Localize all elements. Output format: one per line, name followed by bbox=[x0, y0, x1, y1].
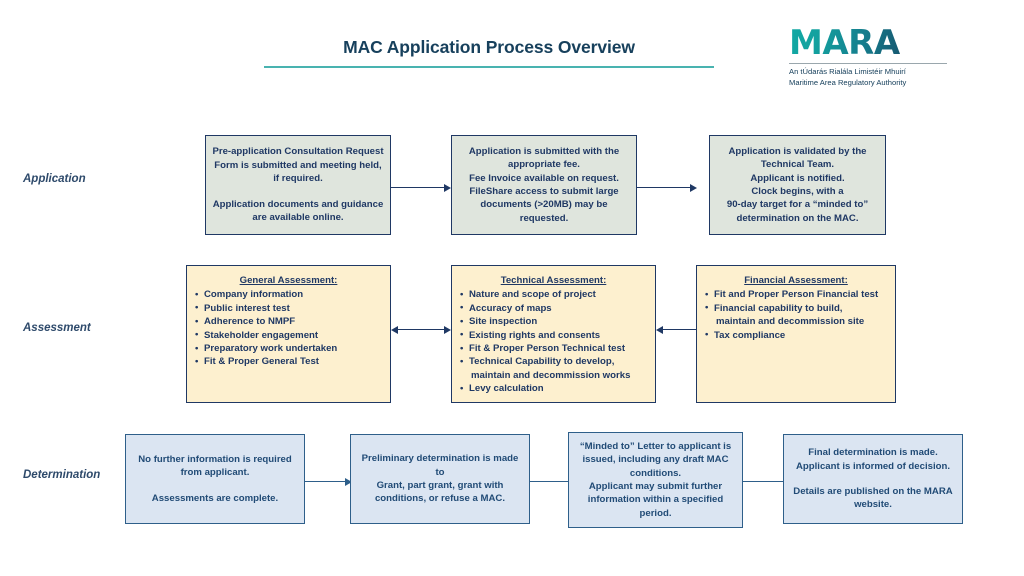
logo-subtitle-english: Maritime Area Regulatory Authority bbox=[789, 77, 907, 87]
connector-determination-1-to-2 bbox=[305, 478, 353, 486]
application-box-2-para1: Application is submitted with the approp… bbox=[468, 145, 620, 171]
arrowhead-right-icon bbox=[444, 326, 451, 334]
arrowhead-left-icon bbox=[391, 326, 398, 334]
determination-box-4[interactable]: Final determination is made. Applicant i… bbox=[783, 434, 963, 524]
determination-box-3-para2: Applicant may submit further information… bbox=[587, 481, 724, 519]
determination-box-2[interactable]: Preliminary determination is made to Gra… bbox=[350, 434, 530, 524]
assessment-general-list: Company information Public interest test… bbox=[195, 288, 382, 369]
mara-logo: MARA An tÚdarás Rialála Limistéir Mhuirí… bbox=[789, 26, 949, 88]
connector-line bbox=[530, 481, 571, 483]
connector-application-1-to-2 bbox=[391, 184, 451, 192]
assessment-technical-list: Nature and scope of project Accuracy of … bbox=[460, 288, 647, 396]
list-item: Stakeholder engagement bbox=[195, 328, 382, 342]
list-item: Adherence to NMPF bbox=[195, 315, 382, 329]
application-box-2-para3: FileShare access to submit large documen… bbox=[469, 186, 619, 224]
assessment-technical-heading: Technical Assessment: bbox=[500, 275, 607, 286]
list-item: Fit & Proper Person Technical test bbox=[460, 342, 647, 356]
connector-application-2-to-3 bbox=[637, 184, 697, 192]
application-box-3[interactable]: Application is validated by the Technica… bbox=[709, 135, 886, 235]
application-box-2[interactable]: Application is submitted with the approp… bbox=[451, 135, 637, 235]
list-item-text: Technical Capability to develop, bbox=[469, 356, 615, 368]
list-item: Site inspection bbox=[460, 315, 647, 329]
application-box-3-para1: Application is validated by the Technica… bbox=[728, 145, 867, 171]
list-item: Existing rights and consents bbox=[460, 328, 647, 342]
determination-box-2-para1: Preliminary determination is made to bbox=[361, 453, 519, 478]
list-item: Company information bbox=[195, 288, 382, 302]
assessment-financial-list: Fit and Proper Person Financial test Fin… bbox=[705, 288, 887, 342]
assessment-box-financial[interactable]: Financial Assessment: Fit and Proper Per… bbox=[696, 265, 896, 403]
connector-line bbox=[743, 481, 784, 483]
list-item: Public interest test bbox=[195, 301, 382, 315]
application-box-2-para2: Fee Invoice available on request. bbox=[469, 172, 619, 184]
list-item-continuation: maintain and decommission site bbox=[716, 316, 865, 328]
slide-canvas: MAC Application Process Overview MARA An… bbox=[0, 0, 1024, 576]
list-item: Financial capability to build, maintain … bbox=[705, 301, 887, 329]
assessment-general-heading: General Assessment: bbox=[239, 275, 338, 286]
list-item: Accuracy of maps bbox=[460, 301, 647, 315]
application-box-1-para1: Pre-application Consultation Request For… bbox=[212, 146, 384, 185]
assessment-box-general[interactable]: General Assessment: Company information … bbox=[186, 265, 391, 403]
arrowhead-right-icon bbox=[444, 184, 451, 192]
list-item: Fit & Proper General Test bbox=[195, 355, 382, 369]
determination-box-3-para1: “Minded to” Letter to applicant is issue… bbox=[579, 440, 732, 479]
determination-box-1-para2: Assessments are complete. bbox=[151, 492, 279, 504]
logo-subtitle-irish: An tÚdarás Rialála Limistéir Mhuirí bbox=[789, 67, 906, 76]
list-item-continuation: maintain and decommission works bbox=[471, 369, 631, 381]
connector-line bbox=[305, 481, 346, 483]
list-item: Technical Capability to develop, maintai… bbox=[460, 355, 647, 382]
application-box-3-para2: Applicant is notified. bbox=[750, 172, 845, 184]
connector-line bbox=[397, 329, 445, 331]
application-box-1-para2: Application documents and guidance are a… bbox=[212, 198, 384, 224]
assessment-financial-heading: Financial Assessment: bbox=[744, 275, 848, 286]
row-label-application: Application bbox=[23, 173, 86, 185]
determination-box-3[interactable]: “Minded to” Letter to applicant is issue… bbox=[568, 432, 743, 528]
connector-line bbox=[391, 187, 445, 189]
connector-assessment-general-technical bbox=[391, 326, 451, 334]
row-label-determination: Determination bbox=[23, 469, 101, 481]
list-item: Preparatory work undertaken bbox=[195, 342, 382, 356]
list-item: Tax compliance bbox=[705, 328, 887, 342]
determination-box-1-para1: No further information is required from … bbox=[138, 453, 292, 479]
logo-divider bbox=[789, 63, 947, 64]
list-item-text: Financial capability to build, bbox=[714, 302, 843, 314]
mara-wordmark: MARA bbox=[789, 26, 949, 60]
list-item: Fit and Proper Person Financial test bbox=[705, 288, 887, 302]
list-item: Nature and scope of project bbox=[460, 288, 647, 302]
application-box-3-para3: Clock begins, with a bbox=[751, 186, 844, 197]
determination-box-4-para2: Details are published on the MARA websit… bbox=[793, 486, 953, 511]
page-title-block: MAC Application Process Overview bbox=[264, 36, 714, 68]
application-box-3-para4: 90-day target for a “minded to” determin… bbox=[726, 199, 869, 224]
arrowhead-right-icon bbox=[690, 184, 697, 192]
assessment-box-technical[interactable]: Technical Assessment: Nature and scope o… bbox=[451, 265, 656, 403]
determination-box-2-para2: Grant, part grant, grant with conditions… bbox=[374, 480, 506, 505]
arrowhead-left-icon bbox=[656, 326, 663, 334]
determination-box-1[interactable]: No further information is required from … bbox=[125, 434, 305, 524]
determination-box-4-para1: Final determination is made. Applicant i… bbox=[795, 447, 951, 472]
application-box-1[interactable]: Pre-application Consultation Request For… bbox=[205, 135, 391, 235]
title-underline-rule bbox=[264, 66, 714, 68]
row-label-assessment: Assessment bbox=[23, 322, 91, 334]
list-item: Levy calculation bbox=[460, 382, 647, 396]
page-title: MAC Application Process Overview bbox=[343, 37, 635, 57]
connector-line bbox=[637, 187, 691, 189]
